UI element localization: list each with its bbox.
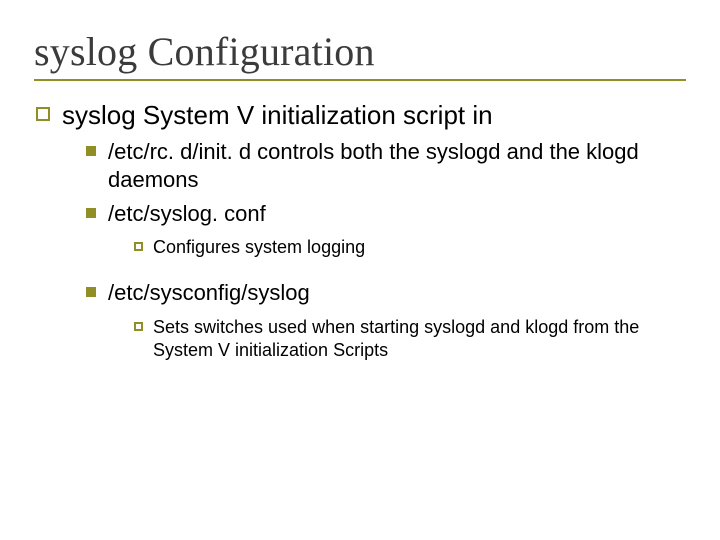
bullet-level2: /etc/syslog. conf bbox=[86, 200, 686, 228]
bullet-text: /etc/rc. d/init. d controls both the sys… bbox=[108, 138, 668, 194]
bullet-level3: Sets switches used when starting syslogd… bbox=[134, 316, 686, 363]
solid-square-icon bbox=[86, 287, 96, 297]
bullet-level1: syslog System V initialization script in bbox=[36, 99, 686, 132]
bullet-level3: Configures system logging bbox=[134, 236, 686, 259]
bullet-text: syslog System V initialization script in bbox=[62, 99, 493, 132]
hollow-square-small-icon bbox=[134, 242, 143, 251]
bullet-level2: /etc/rc. d/init. d controls both the sys… bbox=[86, 138, 686, 194]
bullet-text: /etc/sysconfig/syslog bbox=[108, 279, 310, 307]
bullet-text: Configures system logging bbox=[153, 236, 365, 259]
hollow-square-small-icon bbox=[134, 322, 143, 331]
slide-title: syslog Configuration bbox=[34, 28, 686, 75]
slide: syslog Configuration syslog System V ini… bbox=[0, 0, 720, 540]
bullet-text: Sets switches used when starting syslogd… bbox=[153, 316, 673, 363]
solid-square-icon bbox=[86, 208, 96, 218]
solid-square-icon bbox=[86, 146, 96, 156]
title-underline bbox=[34, 79, 686, 81]
hollow-square-icon bbox=[36, 107, 50, 121]
bullet-level2: /etc/sysconfig/syslog bbox=[86, 279, 686, 307]
bullet-text: /etc/syslog. conf bbox=[108, 200, 266, 228]
spacer bbox=[34, 259, 686, 273]
